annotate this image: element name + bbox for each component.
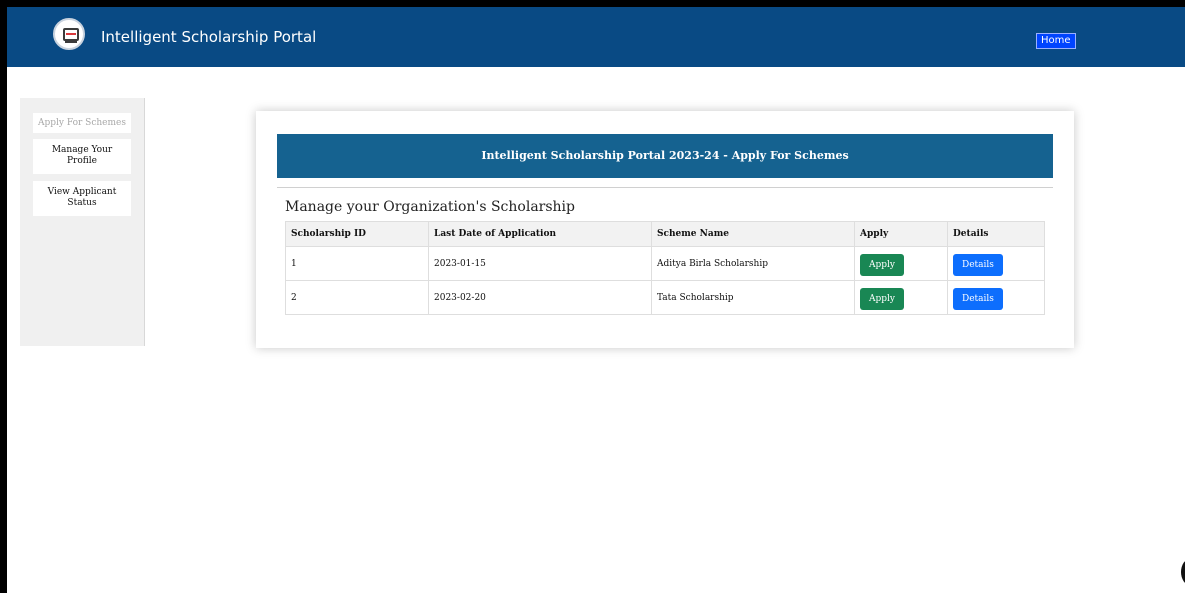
- cell-scholarship-id: 2: [285, 280, 429, 315]
- header-scheme-name: Scheme Name: [651, 221, 855, 247]
- cell-scholarship-id: 1: [285, 246, 429, 281]
- cell-apply: Apply: [854, 280, 948, 315]
- cell-last-date: 2023-02-20: [428, 280, 652, 315]
- monitor-icon: [63, 28, 79, 41]
- header-last-date: Last Date of Application: [428, 221, 652, 247]
- apply-button[interactable]: Apply: [860, 254, 904, 276]
- top-navbar: Intelligent Scholarship Portal Home: [7, 7, 1185, 67]
- scholarship-table: Scholarship ID Last Date of Application …: [285, 221, 1045, 315]
- brand-title[interactable]: Intelligent Scholarship Portal: [101, 28, 316, 46]
- cell-scheme-name: Aditya Birla Scholarship: [651, 246, 855, 281]
- browser-viewport: Intelligent Scholarship Portal Home Appl…: [0, 0, 1185, 593]
- sidebar-item-manage-profile[interactable]: Manage Your Profile: [33, 139, 131, 174]
- card-title: Manage your Organization's Scholarship: [285, 199, 576, 215]
- portal-logo-icon[interactable]: [53, 18, 85, 50]
- details-button[interactable]: Details: [953, 288, 1003, 310]
- header-apply: Apply: [854, 221, 948, 247]
- chat-widget-icon[interactable]: [1181, 559, 1185, 585]
- schemes-card: Intelligent Scholarship Portal 2023-24 -…: [256, 111, 1074, 348]
- cell-last-date: 2023-01-15: [428, 246, 652, 281]
- monitor-stand-icon: [65, 41, 77, 43]
- header-scholarship-id: Scholarship ID: [285, 221, 429, 247]
- sidebar-item-view-applicant-status[interactable]: View Applicant Status: [33, 181, 131, 216]
- details-button[interactable]: Details: [953, 254, 1003, 276]
- table-row: 2 2023-02-20 Tata Scholarship Apply Deta…: [285, 280, 1045, 315]
- cell-details: Details: [947, 246, 1045, 281]
- header-details: Details: [947, 221, 1045, 247]
- table-header-row: Scholarship ID Last Date of Application …: [285, 221, 1045, 247]
- table-row: 1 2023-01-15 Aditya Birla Scholarship Ap…: [285, 246, 1045, 281]
- cell-apply: Apply: [854, 246, 948, 281]
- cell-scheme-name: Tata Scholarship: [651, 280, 855, 315]
- apply-button[interactable]: Apply: [860, 288, 904, 310]
- home-button[interactable]: Home: [1036, 33, 1076, 49]
- cell-details: Details: [947, 280, 1045, 315]
- sidebar: Apply For Schemes Manage Your Profile Vi…: [20, 98, 145, 346]
- card-header: Intelligent Scholarship Portal 2023-24 -…: [277, 134, 1053, 178]
- divider: [277, 187, 1053, 188]
- sidebar-item-apply-for-schemes[interactable]: Apply For Schemes: [33, 113, 131, 133]
